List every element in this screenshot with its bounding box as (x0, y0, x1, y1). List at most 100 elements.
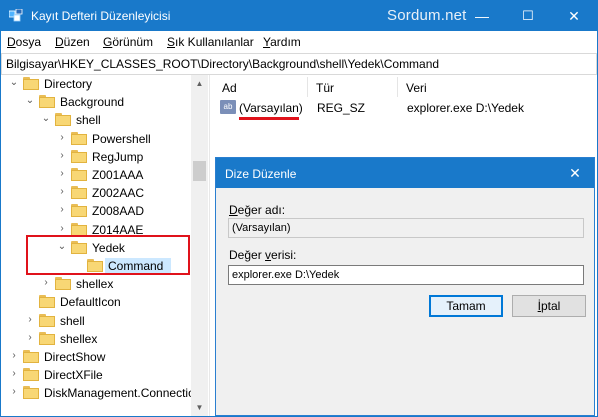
minimize-button[interactable]: — (459, 1, 505, 31)
collapse-chevron-icon[interactable]: › (57, 169, 67, 179)
title-bar[interactable]: Kayıt Defteri Düzenleyicisi Sordum.net —… (1, 1, 597, 31)
tree-item-label: Background (60, 95, 125, 109)
tree-scrollbar[interactable]: ▲ ▼ (191, 75, 208, 416)
column-separator[interactable] (307, 77, 308, 97)
value-name-field: (Varsayılan) (228, 218, 584, 238)
value-name-label: Değer adı: (229, 203, 286, 217)
menu-view[interactable]: Görünüm (103, 35, 153, 49)
folder-icon (71, 204, 87, 217)
collapse-chevron-icon[interactable]: › (57, 133, 67, 143)
folder-icon (23, 386, 39, 399)
regedit-app-icon (9, 9, 23, 22)
tree-item-label: Directory (44, 77, 93, 91)
tree-item-directxfile[interactable]: › DirectXFile (1, 366, 191, 384)
value-type[interactable]: REG_SZ (317, 101, 365, 115)
tree-item-label: RegJump (92, 150, 144, 164)
ok-button[interactable]: Tamam (429, 295, 503, 317)
menu-edit[interactable]: Düzen (55, 35, 90, 49)
scroll-up-icon[interactable]: ▲ (191, 75, 208, 92)
tree-item-label: Z001AAA (92, 168, 144, 182)
collapse-chevron-icon[interactable]: › (9, 387, 19, 397)
tree-item-diskmanagement-connectio[interactable]: › DiskManagement.Connectio (1, 384, 195, 402)
highlight-box (26, 235, 190, 275)
folder-icon (23, 350, 39, 363)
tree-item-label: Powershell (92, 132, 151, 146)
tree-item-label: Z002AAC (92, 186, 145, 200)
folder-icon (71, 132, 87, 145)
folder-icon (71, 150, 87, 163)
expand-chevron-icon[interactable]: ⌄ (9, 78, 19, 88)
tree-item-z008aad[interactable]: › Z008AAD (1, 202, 191, 220)
tree-item-label: DirectXFile (44, 368, 103, 382)
collapse-chevron-icon[interactable]: › (41, 278, 51, 288)
tree-item-shellex[interactable]: › shellex (1, 275, 191, 293)
tree-item-directory[interactable]: ⌄ Directory (1, 75, 191, 93)
folder-icon (71, 186, 87, 199)
dialog-title-bar[interactable]: Dize Düzenle ✕ (216, 158, 594, 188)
watermark: Sordum.net (387, 7, 467, 24)
string-value-icon: ab (220, 100, 236, 114)
tree-item-regjump[interactable]: › RegJump (1, 148, 191, 166)
highlight-underline (239, 117, 299, 120)
tree-item-label: shell (60, 314, 85, 328)
folder-icon (39, 314, 55, 327)
tree-item-directshow[interactable]: › DirectShow (1, 348, 191, 366)
folder-icon (23, 368, 39, 381)
tree-item-powershell[interactable]: › Powershell (1, 130, 191, 148)
cancel-button[interactable]: İptal (512, 295, 586, 317)
edit-string-dialog: Dize Düzenle ✕ Değer adı: (Varsayılan) D… (215, 157, 595, 416)
folder-icon (39, 295, 55, 308)
value-data-label: Değer verisi: (229, 248, 297, 262)
menu-help[interactable]: Yardım (263, 35, 301, 49)
tree-item-z001aaa[interactable]: › Z001AAA (1, 166, 191, 184)
value-name[interactable]: (Varsayılan) (239, 101, 303, 115)
menu-favorites[interactable]: Sık Kullanılanlar (167, 35, 254, 49)
tree-item-background[interactable]: ⌄ Background (1, 93, 191, 111)
expand-chevron-icon[interactable]: ⌄ (41, 114, 51, 124)
collapse-chevron-icon[interactable]: › (57, 205, 67, 215)
folder-icon (55, 277, 71, 290)
tree-item-shellex[interactable]: › shellex (1, 330, 191, 348)
tree-item-label: shellex (76, 277, 114, 291)
value-data-input[interactable]: explorer.exe D:\Yedek (228, 265, 584, 285)
column-header-data[interactable]: Veri (406, 81, 427, 95)
folder-icon (23, 77, 39, 90)
tree-item-shell[interactable]: ⌄ shell (1, 111, 191, 129)
tree-item-label: shell (76, 113, 101, 127)
dialog-title: Dize Düzenle (225, 167, 297, 181)
tree-item-shell[interactable]: › shell (1, 312, 191, 330)
expand-chevron-icon[interactable]: ⌄ (25, 96, 35, 106)
collapse-chevron-icon[interactable]: › (9, 369, 19, 379)
dialog-close-icon[interactable]: ✕ (560, 158, 590, 188)
column-header-name[interactable]: Ad (222, 81, 237, 95)
scroll-down-icon[interactable]: ▼ (191, 399, 208, 416)
menu-bar: Dosya Düzen Görünüm Sık Kullanılanlar Ya… (1, 31, 597, 53)
scroll-thumb[interactable] (193, 161, 206, 181)
tree-item-label: DiskManagement.Connectio (44, 386, 195, 400)
folder-icon (55, 113, 71, 126)
address-bar[interactable]: Bilgisayar\HKEY_CLASSES_ROOT\Directory\B… (1, 53, 597, 75)
window-title: Kayıt Defteri Düzenleyicisi (31, 9, 171, 23)
collapse-chevron-icon[interactable]: › (57, 224, 67, 234)
menu-file[interactable]: Dosya (7, 35, 41, 49)
registry-editor-window: Kayıt Defteri Düzenleyicisi Sordum.net —… (0, 0, 598, 417)
maximize-button[interactable]: ☐ (505, 1, 551, 31)
tree-item-z002aac[interactable]: › Z002AAC (1, 184, 191, 202)
collapse-chevron-icon[interactable]: › (25, 315, 35, 325)
tree-item-defaulticon[interactable]: DefaultIcon (1, 293, 191, 311)
address-path: Bilgisayar\HKEY_CLASSES_ROOT\Directory\B… (6, 57, 440, 71)
collapse-chevron-icon[interactable]: › (57, 151, 67, 161)
tree-item-label: Z008AAD (92, 204, 145, 218)
tree-item-label: DefaultIcon (60, 295, 121, 309)
column-separator[interactable] (397, 77, 398, 97)
folder-icon (71, 168, 87, 181)
value-data[interactable]: explorer.exe D:\Yedek (407, 101, 524, 115)
collapse-chevron-icon[interactable]: › (9, 351, 19, 361)
folder-icon (39, 332, 55, 345)
collapse-chevron-icon[interactable]: › (25, 333, 35, 343)
column-header-type[interactable]: Tür (316, 81, 334, 95)
tree-item-label: DirectShow (44, 350, 106, 364)
tree-item-label: shellex (60, 332, 98, 346)
collapse-chevron-icon[interactable]: › (57, 187, 67, 197)
close-button[interactable]: ✕ (551, 1, 597, 31)
